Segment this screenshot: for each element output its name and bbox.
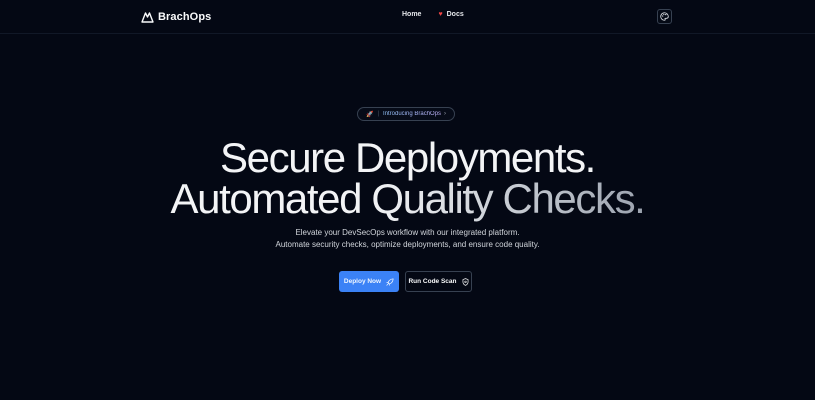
nav-home-link[interactable]: Home — [402, 11, 421, 18]
mountain-logo-icon — [141, 11, 154, 23]
deploy-now-button[interactable]: Deploy Now — [339, 271, 399, 292]
shield-icon — [462, 277, 469, 286]
nav-docs-link[interactable]: ♥ Docs — [438, 11, 463, 18]
run-code-scan-label: Run Code Scan — [408, 278, 457, 285]
heart-icon: ♥ — [438, 11, 443, 18]
nav-docs-label: Docs — [446, 11, 464, 18]
chevron-right-icon: › — [444, 111, 447, 117]
rocket-icon — [386, 277, 394, 286]
badge-separator: | — [377, 111, 379, 117]
landing-page: BrachOps Home ♥ Docs 🚀 | Introducing Bra… — [0, 0, 815, 400]
deploy-now-label: Deploy Now — [343, 278, 382, 285]
brand-logo-link[interactable]: BrachOps — [141, 9, 211, 25]
hero-subtitle-line2: Automate security checks, optimize deplo… — [275, 240, 540, 249]
site-header: BrachOps Home ♥ Docs — [0, 0, 815, 34]
palette-icon — [660, 8, 669, 26]
hero-subtitle-line1: Elevate your DevSecOps workflow with our… — [295, 228, 520, 237]
intro-badge[interactable]: 🚀 | Introducing BrachOps › — [357, 107, 455, 121]
main-nav: Home ♥ Docs — [402, 11, 464, 18]
hero-title-quality-checks: Quality Checks. — [371, 175, 646, 222]
hero-title-automated: Automated — [170, 175, 363, 222]
rocket-icon: 🚀 — [365, 111, 374, 118]
theme-toggle-button[interactable] — [657, 9, 672, 24]
hero-title-line2: Automated Quality Checks. — [0, 178, 815, 220]
badge-text: Introducing BrachOps — [383, 111, 442, 117]
brand-name: BrachOps — [158, 11, 212, 23]
run-code-scan-button[interactable]: Run Code Scan — [405, 271, 472, 292]
hero-title-line1: Secure Deployments. — [220, 134, 596, 181]
